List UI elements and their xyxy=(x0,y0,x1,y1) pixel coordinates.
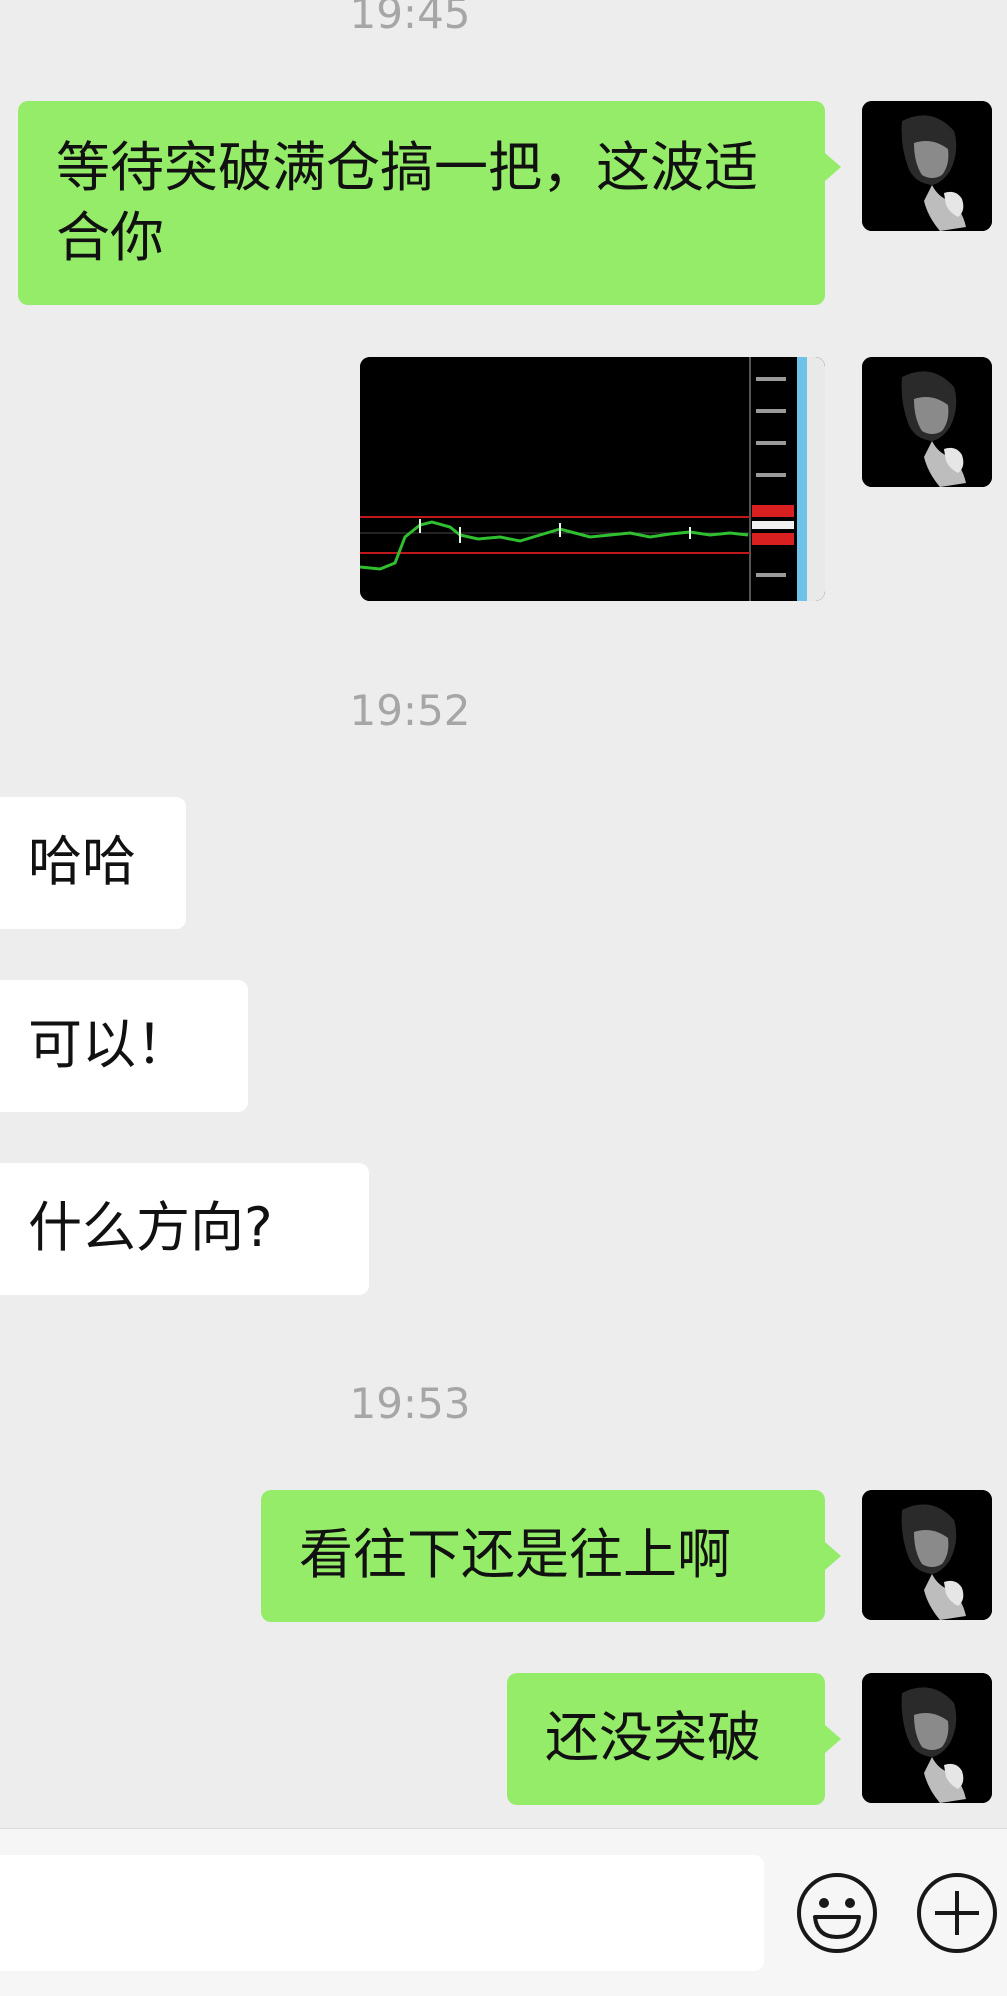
more-options-button[interactable] xyxy=(915,1871,999,1955)
received-message-bubble[interactable]: 什么方向? xyxy=(0,1163,369,1295)
smiley-icon xyxy=(797,1873,877,1953)
sent-message-bubble[interactable]: 看往下还是往上啊 xyxy=(261,1490,841,1622)
timestamp: 19:45 xyxy=(349,0,471,38)
avatar-portrait-icon xyxy=(862,357,992,487)
received-message-bubble[interactable]: 哈哈 xyxy=(0,797,186,929)
timestamp: 19:52 xyxy=(349,686,471,735)
message-input[interactable] xyxy=(0,1855,764,1971)
my-avatar[interactable] xyxy=(862,1673,992,1803)
message-text: 可以！ xyxy=(28,1013,190,1076)
my-avatar[interactable] xyxy=(862,1490,992,1620)
message-text: 等待突破满仓搞一把，这波适合你 xyxy=(56,136,758,269)
message-text: 什么方向? xyxy=(28,1196,273,1259)
avatar-portrait-icon xyxy=(862,101,992,231)
chart-image-message[interactable] xyxy=(360,357,825,601)
candlestick-chart-thumbnail xyxy=(360,357,825,601)
avatar-portrait-icon xyxy=(862,1673,992,1803)
chat-message-list[interactable]: 19:45 等待突破满仓搞一把，这波适合你 19:52 哈哈 可以！ 什么方向?… xyxy=(0,0,1007,1828)
my-avatar[interactable] xyxy=(862,101,992,231)
received-message-bubble[interactable]: 可以！ xyxy=(0,980,248,1112)
chat-input-bar xyxy=(0,1828,1007,1996)
message-text: 哈哈 xyxy=(28,830,136,893)
avatar-portrait-icon xyxy=(862,1490,992,1620)
sent-message-bubble[interactable]: 等待突破满仓搞一把，这波适合你 xyxy=(18,101,841,305)
sent-message-bubble[interactable]: 还没突破 xyxy=(507,1673,841,1805)
timestamp: 19:53 xyxy=(349,1379,471,1428)
emoji-button[interactable] xyxy=(795,1871,879,1955)
plus-circle-icon xyxy=(917,1873,997,1953)
message-text: 还没突破 xyxy=(545,1706,761,1769)
message-text: 看往下还是往上啊 xyxy=(299,1523,731,1586)
my-avatar[interactable] xyxy=(862,357,992,487)
